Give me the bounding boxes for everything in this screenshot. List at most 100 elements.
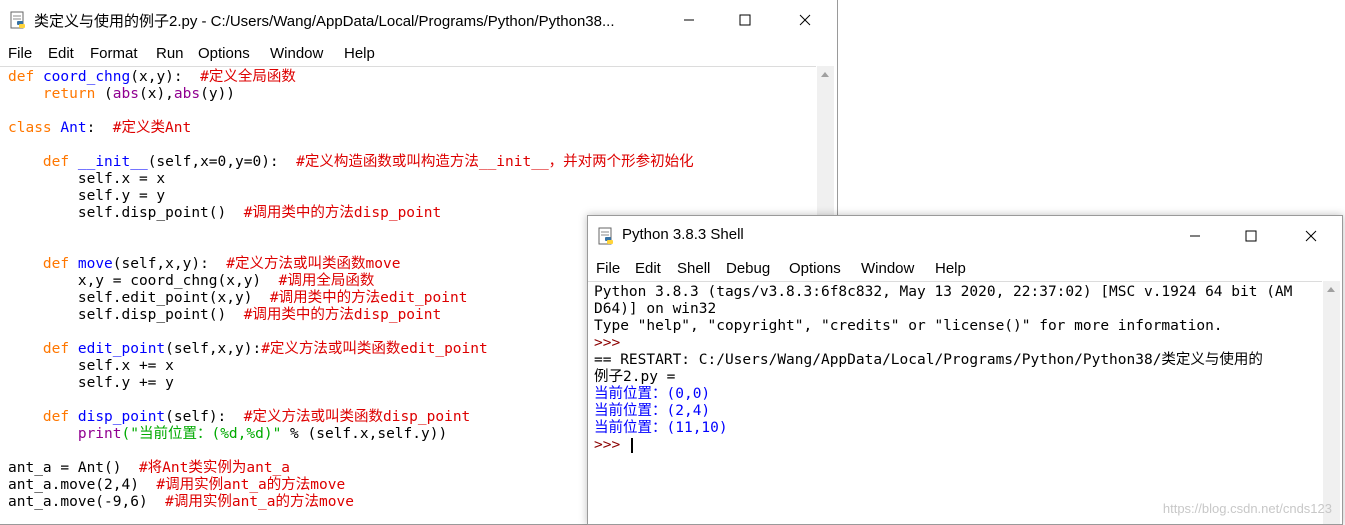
- code-token: #调用全局函数: [278, 273, 375, 289]
- code-line: def __init__(self,x=0,y=0): #定义构造函数或叫构造方…: [8, 154, 694, 171]
- code-token: #调用类中的方法disp_point: [243, 205, 442, 221]
- scroll-up-arrow-icon[interactable]: [821, 72, 829, 77]
- code-token: #调用实例ant_a的方法move: [156, 477, 346, 493]
- menu-help[interactable]: Help: [344, 45, 375, 62]
- code-token: print: [77, 426, 122, 442]
- code-token: self.disp_point(): [8, 205, 244, 221]
- minimize-button[interactable]: [666, 0, 712, 40]
- menu-window[interactable]: Window: [270, 45, 323, 62]
- menu-options[interactable]: Options: [198, 45, 250, 62]
- maximize-button[interactable]: [722, 0, 768, 40]
- code-token: ant_a.move(-9,6): [8, 494, 166, 510]
- code-token: #调用实例ant_a的方法move: [165, 494, 354, 510]
- menu-run[interactable]: Run: [156, 45, 184, 62]
- code-token: self.y += y: [8, 375, 174, 391]
- menu-help[interactable]: Help: [935, 260, 966, 277]
- code-token: ant_a.move(2,4): [8, 477, 157, 493]
- code-token: == RESTART: C:/Users/Wang/AppData/Local/…: [594, 352, 1263, 368]
- shell-line: Python 3.8.3 (tags/v3.8.3:6f8c832, May 1…: [594, 284, 1292, 301]
- code-token: #将Ant类实例为ant_a: [138, 460, 291, 476]
- code-token: 当前位置：(11,10): [594, 420, 728, 436]
- menu-shell[interactable]: Shell: [677, 260, 710, 277]
- close-icon: [1305, 230, 1317, 242]
- shell-title: Python 3.8.3 Shell: [622, 226, 744, 243]
- code-line: self.x = x: [8, 171, 694, 188]
- editor-titlebar[interactable]: 类定义与使用的例子2.py - C:/Users/Wang/AppData/Lo…: [0, 0, 837, 40]
- text-cursor: [630, 437, 633, 453]
- python-shell-icon: [596, 227, 616, 247]
- minimize-button[interactable]: [1172, 216, 1218, 256]
- menu-edit[interactable]: Edit: [48, 45, 74, 62]
- code-token: def: [42, 341, 70, 357]
- menu-options[interactable]: Options: [789, 260, 841, 277]
- code-token: Type "help", "copyright", "credits" or "…: [594, 318, 1223, 334]
- code-token: #调用类中的方法disp_point: [243, 307, 442, 323]
- shell-line: Type "help", "copyright", "credits" or "…: [594, 318, 1292, 335]
- code-token: #定义方法或叫类函数edit_point: [261, 341, 488, 357]
- watermark-text: https://blog.csdn.net/cnds123: [1162, 501, 1332, 516]
- menu-edit[interactable]: Edit: [635, 260, 661, 277]
- code-token: #调用类中的方法edit_point: [269, 290, 468, 306]
- close-button[interactable]: [782, 0, 828, 40]
- minimize-icon: [684, 19, 694, 21]
- shell-line: == RESTART: C:/Users/Wang/AppData/Local/…: [594, 352, 1292, 369]
- code-token: (y)): [200, 86, 236, 102]
- code-token: self.x = x: [8, 171, 166, 187]
- code-token: Ant: [60, 120, 87, 136]
- code-token: #定义方法或叫类函数disp_point: [243, 409, 471, 425]
- code-token: self.x += x: [8, 358, 174, 374]
- shell-text[interactable]: Python 3.8.3 (tags/v3.8.3:6f8c832, May 1…: [594, 284, 1292, 454]
- code-token: ant_a = Ant(): [8, 460, 139, 476]
- code-token: >>>: [594, 437, 629, 453]
- shell-titlebar[interactable]: Python 3.8.3 Shell: [588, 216, 1342, 256]
- editor-title: 类定义与使用的例子2.py - C:/Users/Wang/AppData/Lo…: [34, 13, 615, 30]
- code-line: return (abs(x),abs(y)): [8, 86, 694, 103]
- code-token: #定义全局函数: [200, 69, 296, 85]
- maximize-button[interactable]: [1228, 216, 1274, 256]
- minimize-icon: [1190, 235, 1200, 237]
- maximize-icon: [1245, 230, 1257, 242]
- code-token: coord_chng: [42, 69, 131, 85]
- shell-line: D64)] on win32: [594, 301, 1292, 318]
- code-token: % (self.x,self.y)): [281, 426, 448, 442]
- code-token: (self,x,y):: [165, 341, 262, 357]
- code-token: 当前位置：(0,0): [594, 386, 711, 402]
- code-token: (self):: [165, 409, 244, 425]
- code-token: #定义方法或叫类函数move: [226, 256, 401, 272]
- menu-file[interactable]: File: [596, 260, 620, 277]
- code-token: self.y = y: [8, 188, 166, 204]
- shell-output[interactable]: Python 3.8.3 (tags/v3.8.3:6f8c832, May 1…: [588, 281, 1322, 524]
- code-token: abs: [112, 86, 139, 102]
- shell-window: Python 3.8.3 Shell File Edit Shell Debug…: [587, 215, 1343, 525]
- code-token: (self,x=0,y=0):: [147, 154, 297, 170]
- code-token: ("当前位置：(%d,%d)": [121, 426, 282, 442]
- scroll-up-arrow-icon[interactable]: [1327, 287, 1335, 292]
- shell-line: 例子2.py =: [594, 369, 1292, 386]
- code-token: def: [42, 409, 70, 425]
- menu-format[interactable]: Format: [90, 45, 138, 62]
- close-button[interactable]: [1288, 216, 1334, 256]
- code-token: edit_point: [77, 341, 166, 357]
- shell-line: 当前位置：(0,0): [594, 386, 1292, 403]
- code-token: (self,x,y):: [112, 256, 227, 272]
- code-token: #定义构造函数或叫构造方法__init__，并对两个形参初始化: [296, 154, 694, 170]
- editor-menubar: File Edit Format Run Options Window Help: [0, 42, 837, 66]
- shell-scrollbar[interactable]: [1323, 281, 1340, 524]
- menu-debug[interactable]: Debug: [726, 260, 770, 277]
- code-line: class Ant: #定义类Ant: [8, 120, 694, 137]
- menu-file[interactable]: File: [8, 45, 32, 62]
- menu-window[interactable]: Window: [861, 260, 914, 277]
- code-token: 当前位置：(2,4): [594, 403, 711, 419]
- code-token: class: [8, 120, 52, 136]
- code-line: def coord_chng(x,y): #定义全局函数: [8, 69, 694, 86]
